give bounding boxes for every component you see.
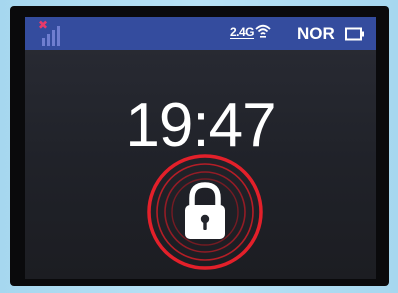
no-service-x-icon: ✖ bbox=[38, 18, 49, 32]
status-bar: ✖ 2.4G NOR bbox=[25, 17, 376, 50]
lock-button[interactable] bbox=[145, 152, 265, 272]
battery-icon bbox=[345, 27, 364, 41]
lock-rings bbox=[147, 154, 263, 270]
device-screen: ✖ 2.4G NOR 19:47 bbox=[25, 17, 376, 279]
wifi-band-label: 2.4G bbox=[230, 25, 255, 39]
padlock-icon bbox=[185, 182, 225, 239]
wifi-status: 2.4G bbox=[230, 24, 271, 44]
wifi-icon bbox=[255, 24, 271, 38]
clock-time: 19:47 bbox=[125, 91, 276, 160]
page: ✖ 2.4G NOR 19:47 bbox=[0, 0, 398, 293]
signal-no-service-icon: ✖ bbox=[38, 19, 64, 46]
mode-label: NOR bbox=[297, 24, 335, 43]
